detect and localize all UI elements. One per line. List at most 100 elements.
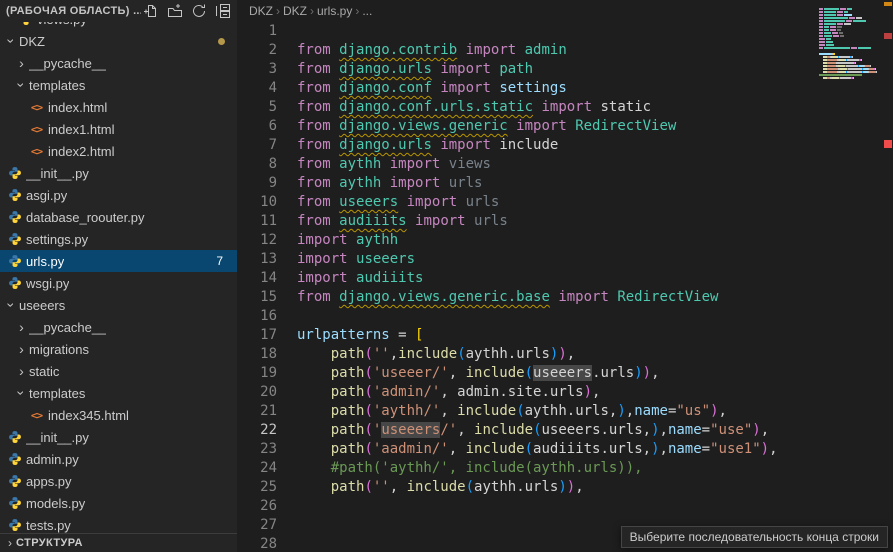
python-file-icon bbox=[6, 209, 23, 225]
code-line[interactable]: 12import aythh bbox=[237, 231, 819, 250]
tree-item-init-py[interactable]: __init__.py bbox=[0, 426, 237, 448]
tree-item-index345-html[interactable]: <>index345.html bbox=[0, 404, 237, 426]
code-line[interactable]: 19 path('useeer/', include(useeers.urls)… bbox=[237, 364, 819, 383]
tree-item-dkz[interactable]: ›DKZ bbox=[0, 30, 237, 52]
tree-item-asgi-py[interactable]: asgi.py bbox=[0, 184, 237, 206]
code-token: urls bbox=[474, 213, 508, 229]
code-area[interactable]: 12from django.contrib import admin3from … bbox=[237, 22, 819, 552]
tree-item-index1-html[interactable]: <>index1.html bbox=[0, 118, 237, 140]
tree-item-settings-py[interactable]: settings.py bbox=[0, 228, 237, 250]
tree-item-apps-py[interactable]: apps.py bbox=[0, 470, 237, 492]
code-line[interactable]: 26 bbox=[237, 497, 819, 516]
tree-item-pycache[interactable]: ›__pycache__ bbox=[0, 52, 237, 74]
code-token: aythh bbox=[339, 156, 381, 172]
tree-item-index-html[interactable]: <>index.html bbox=[0, 96, 237, 118]
minimap-line bbox=[819, 41, 883, 43]
tree-item-admin-py[interactable]: admin.py bbox=[0, 448, 237, 470]
code-line[interactable]: 2from django.contrib import admin bbox=[237, 41, 819, 60]
code-line[interactable]: 1 bbox=[237, 22, 819, 41]
code-token: path bbox=[331, 346, 365, 362]
line-number: 5 bbox=[237, 98, 277, 117]
python-file-icon bbox=[6, 495, 23, 511]
tree-item-wsgi-py[interactable]: wsgi.py bbox=[0, 272, 237, 294]
tree-item-migrations[interactable]: ›migrations bbox=[0, 338, 237, 360]
tree-item-pycache[interactable]: ›__pycache__ bbox=[0, 316, 237, 338]
tree-item-urls-py[interactable]: urls.py7 bbox=[0, 250, 237, 272]
new-file-icon[interactable] bbox=[141, 1, 161, 21]
code-token: ( bbox=[364, 346, 372, 362]
new-folder-icon[interactable] bbox=[165, 1, 185, 21]
code-token: from bbox=[297, 289, 331, 305]
code-line[interactable]: 17urlpatterns = [ bbox=[237, 326, 819, 345]
tree-item-init-py[interactable]: __init__.py bbox=[0, 162, 237, 184]
code-line[interactable]: 20 path('admin/', admin.site.urls), bbox=[237, 383, 819, 402]
code-line[interactable]: 22 path('useeers/', include(useeers.urls… bbox=[237, 421, 819, 440]
code-line[interactable]: 18 path('',include(aythh.urls)), bbox=[237, 345, 819, 364]
tree-item-models-py[interactable]: models.py bbox=[0, 492, 237, 514]
tree-item-static[interactable]: ›static bbox=[0, 360, 237, 382]
file-tree: views.py›DKZ›__pycache__›templates<>inde… bbox=[0, 8, 237, 536]
code-token: from bbox=[297, 156, 331, 172]
tree-item-index2-html[interactable]: <>index2.html bbox=[0, 140, 237, 162]
code-line[interactable]: 24 #path('aythh/', include(aythh.urls)), bbox=[237, 459, 819, 478]
line-text: import useeers bbox=[277, 250, 415, 269]
code-line[interactable]: 10from useeers import urls bbox=[237, 193, 819, 212]
tree-item-label: __init__.py bbox=[26, 166, 89, 181]
breadcrumb-item[interactable]: ... bbox=[362, 4, 372, 18]
overview-ruler[interactable] bbox=[883, 0, 893, 552]
code-line[interactable]: 9from aythh import urls bbox=[237, 174, 819, 193]
code-line[interactable]: 11from audiiits import urls bbox=[237, 212, 819, 231]
code-token: = bbox=[390, 327, 415, 343]
code-token: path bbox=[331, 479, 365, 495]
breadcrumb-item[interactable]: urls.py bbox=[317, 4, 352, 18]
refresh-icon[interactable] bbox=[189, 1, 209, 21]
minimap-token bbox=[824, 17, 848, 19]
minimap[interactable] bbox=[819, 5, 883, 89]
code-line[interactable]: 4from django.conf import settings bbox=[237, 79, 819, 98]
line-number: 8 bbox=[237, 155, 277, 174]
minimap-line bbox=[819, 38, 883, 40]
error-marker bbox=[884, 140, 892, 148]
tree-item-database-roouter-py[interactable]: database_roouter.py bbox=[0, 206, 237, 228]
code-token: from bbox=[297, 175, 331, 191]
code-line[interactable]: 15from django.views.generic.base import … bbox=[237, 288, 819, 307]
code-token: from bbox=[297, 118, 331, 134]
tree-item-useeers[interactable]: ›useeers bbox=[0, 294, 237, 316]
code-token bbox=[331, 42, 339, 58]
tree-item-templates[interactable]: ›templates bbox=[0, 74, 237, 96]
code-line[interactable]: 8from aythh import views bbox=[237, 155, 819, 174]
minimap-line bbox=[819, 59, 883, 61]
code-token: , bbox=[440, 384, 457, 400]
code-line[interactable]: 21 path('aythh/', include(aythh.urls,),n… bbox=[237, 402, 819, 421]
code-token: urlpatterns bbox=[297, 327, 390, 343]
code-token: audiiits bbox=[356, 270, 423, 286]
code-line[interactable]: 23 path('aadmin/', include(audiiits.urls… bbox=[237, 440, 819, 459]
outline-section[interactable]: › СТРУКТУРА bbox=[0, 533, 237, 552]
breadcrumb-item[interactable]: DKZ bbox=[283, 4, 307, 18]
code-token: .urls bbox=[592, 365, 634, 381]
code-token: , bbox=[769, 441, 777, 457]
code-token: ( bbox=[466, 479, 474, 495]
tree-item-label: DKZ bbox=[19, 34, 45, 49]
code-token: , bbox=[626, 403, 634, 419]
code-line[interactable]: 16 bbox=[237, 307, 819, 326]
code-token: ( bbox=[364, 365, 372, 381]
code-line[interactable]: 6from django.views.generic import Redire… bbox=[237, 117, 819, 136]
code-token: aythh.urls bbox=[466, 346, 550, 362]
code-line[interactable]: 5from django.conf.urls.static import sta… bbox=[237, 98, 819, 117]
code-line[interactable]: 3from django.urls import path bbox=[237, 60, 819, 79]
chevron-icon: › bbox=[14, 56, 29, 70]
code-line[interactable]: 14import audiiits bbox=[237, 269, 819, 288]
python-file-icon bbox=[6, 253, 23, 269]
code-line[interactable]: 25 path('', include(aythh.urls)), bbox=[237, 478, 819, 497]
code-token: include bbox=[466, 441, 525, 457]
code-line[interactable]: 13import useeers bbox=[237, 250, 819, 269]
breadcrumb-item[interactable]: DKZ bbox=[249, 4, 273, 18]
tree-item-templates[interactable]: ›templates bbox=[0, 382, 237, 404]
line-text bbox=[277, 22, 297, 41]
collapse-all-icon[interactable] bbox=[213, 1, 233, 21]
minimap-token bbox=[844, 23, 851, 25]
tree-item-label: migrations bbox=[29, 342, 89, 357]
code-line[interactable]: 7from django.urls import include bbox=[237, 136, 819, 155]
code-token: import bbox=[541, 99, 592, 115]
